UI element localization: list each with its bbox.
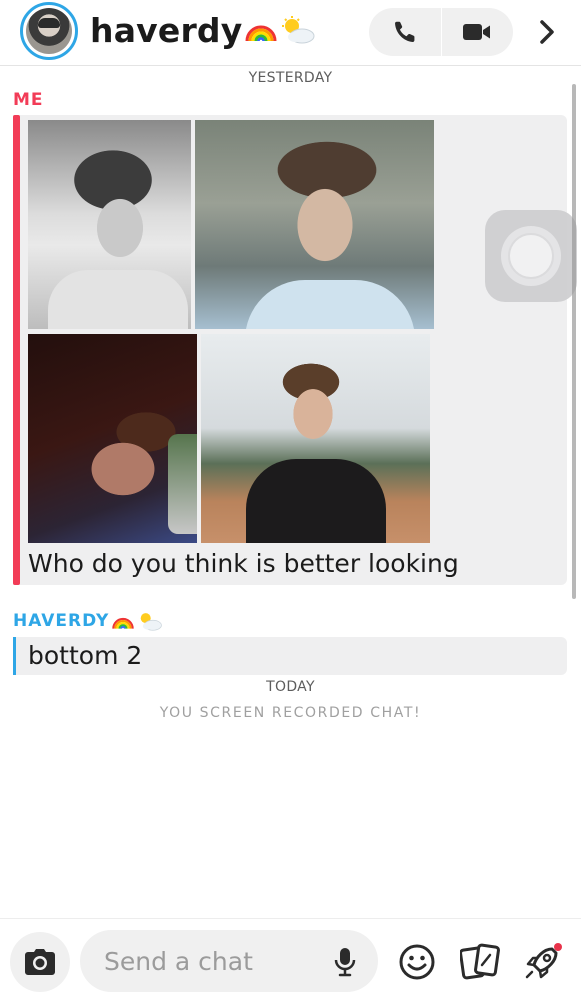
chevron-right-icon — [540, 20, 554, 44]
photo-3[interactable] — [28, 334, 197, 543]
assistive-touch-ring — [501, 226, 561, 286]
rainbow-icon — [244, 17, 278, 43]
avatar-image — [26, 8, 72, 54]
contact-title[interactable]: haverdy — [90, 8, 316, 52]
sun-behind-cloud-icon — [280, 16, 316, 44]
assistive-touch-core — [508, 233, 554, 279]
rainbow-icon — [111, 612, 135, 630]
chat-header: haverdy — [0, 0, 581, 66]
camera-icon — [25, 949, 55, 975]
cards-icon — [460, 943, 500, 980]
sender-label-me: ME — [13, 90, 44, 110]
microphone-button[interactable] — [330, 945, 360, 979]
emoji-button[interactable] — [396, 941, 438, 983]
games-button[interactable] — [522, 941, 564, 983]
date-divider-yesterday: YESTERDAY — [248, 70, 333, 86]
more-button[interactable] — [533, 12, 561, 52]
rocket-icon — [525, 943, 562, 979]
message-accent-bar — [13, 115, 20, 585]
scrollbar[interactable] — [572, 84, 576, 599]
photo-1[interactable] — [28, 120, 191, 329]
video-call-button[interactable] — [442, 8, 514, 56]
photo-2[interactable] — [195, 120, 434, 329]
phone-icon — [394, 21, 415, 42]
camera-button[interactable] — [10, 932, 70, 992]
photo-4[interactable] — [201, 334, 430, 543]
message-text[interactable]: Who do you think is better looking — [28, 549, 459, 578]
screen-record-notice: YOU SCREEN RECORDED CHAT! — [159, 705, 422, 721]
sender-name: ME — [13, 90, 44, 110]
chat-screen: haverdy YESTERDAY ME Who do you think is… — [0, 0, 581, 1000]
stickers-button[interactable] — [459, 941, 501, 983]
sender-name: HAVERDY — [13, 611, 110, 631]
notification-dot — [554, 943, 562, 951]
sun-behind-cloud-icon — [137, 611, 163, 631]
date-divider-today: TODAY — [266, 679, 315, 695]
microphone-icon — [334, 948, 356, 977]
avatar[interactable] — [20, 2, 78, 60]
sender-label-them: HAVERDY — [13, 611, 163, 631]
message-block-them: bottom 2 — [13, 637, 567, 675]
contact-name: haverdy — [90, 10, 243, 50]
video-camera-icon — [463, 24, 491, 40]
assistive-touch-button[interactable] — [485, 210, 577, 302]
voice-call-button[interactable] — [369, 8, 441, 56]
message-text[interactable]: bottom 2 — [28, 641, 142, 670]
call-button-group — [369, 8, 513, 56]
message-accent-bar — [13, 637, 16, 675]
smiley-icon — [399, 944, 435, 980]
chat-composer — [0, 918, 581, 1000]
